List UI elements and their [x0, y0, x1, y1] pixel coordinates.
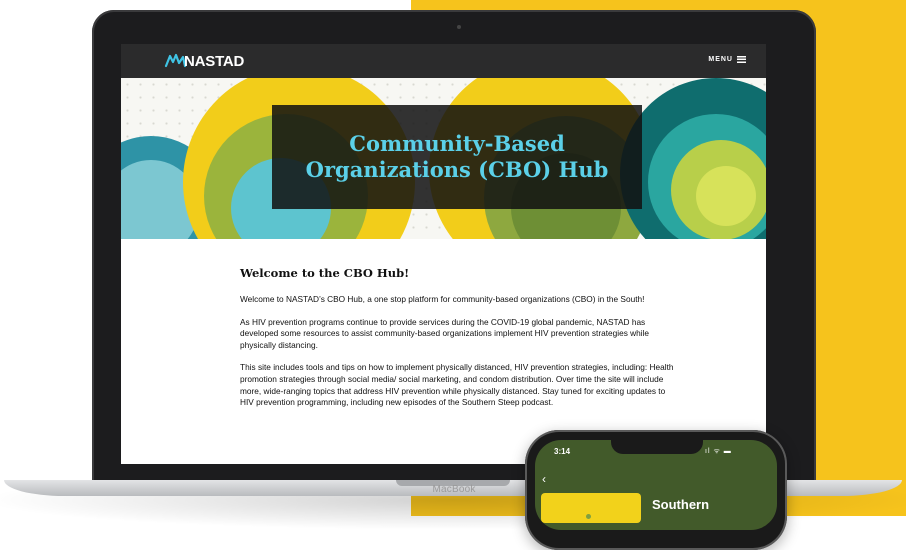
intro-paragraph: Welcome to NASTAD’s CBO Hub, a one stop … — [240, 294, 645, 304]
main-content: Welcome to the CBO Hub! Welcome to NASTA… — [240, 266, 680, 420]
laptop-camera — [457, 25, 461, 29]
site-logo-text[interactable]: NASTAD — [184, 53, 244, 70]
phone-notch — [611, 438, 703, 454]
podcast-cover-art[interactable] — [541, 493, 641, 523]
phone-clock: 3:14 — [554, 447, 571, 456]
site-navbar: NASTAD MENU — [121, 44, 766, 78]
chevron-left-icon[interactable]: ‹ — [542, 472, 546, 486]
podcast-title: Southern — [652, 497, 710, 512]
laptop-screen: NASTAD MENU Community-Based Organization… — [121, 44, 766, 464]
menu-button[interactable]: MENU — [708, 56, 746, 63]
covid-paragraph: As HIV prevention programs continue to p… — [240, 316, 650, 350]
hero-banner: Community-Based Organizations (CBO) Hub — [121, 78, 766, 239]
phone-status-icons: ıl ᯤ ▬ — [705, 448, 732, 455]
hero-title: Community-Based Organizations (CBO) Hub — [305, 131, 609, 182]
nastad-logo-icon[interactable] — [164, 52, 186, 70]
hamburger-icon — [737, 56, 746, 63]
menu-label: MENU — [708, 56, 733, 63]
podcast-cover-dot — [586, 514, 591, 519]
tools-paragraph: This site includes tools and tips on how… — [240, 362, 674, 408]
welcome-heading: Welcome to the CBO Hub! — [240, 266, 410, 280]
hero-title-box: Community-Based Organizations (CBO) Hub — [272, 105, 642, 209]
